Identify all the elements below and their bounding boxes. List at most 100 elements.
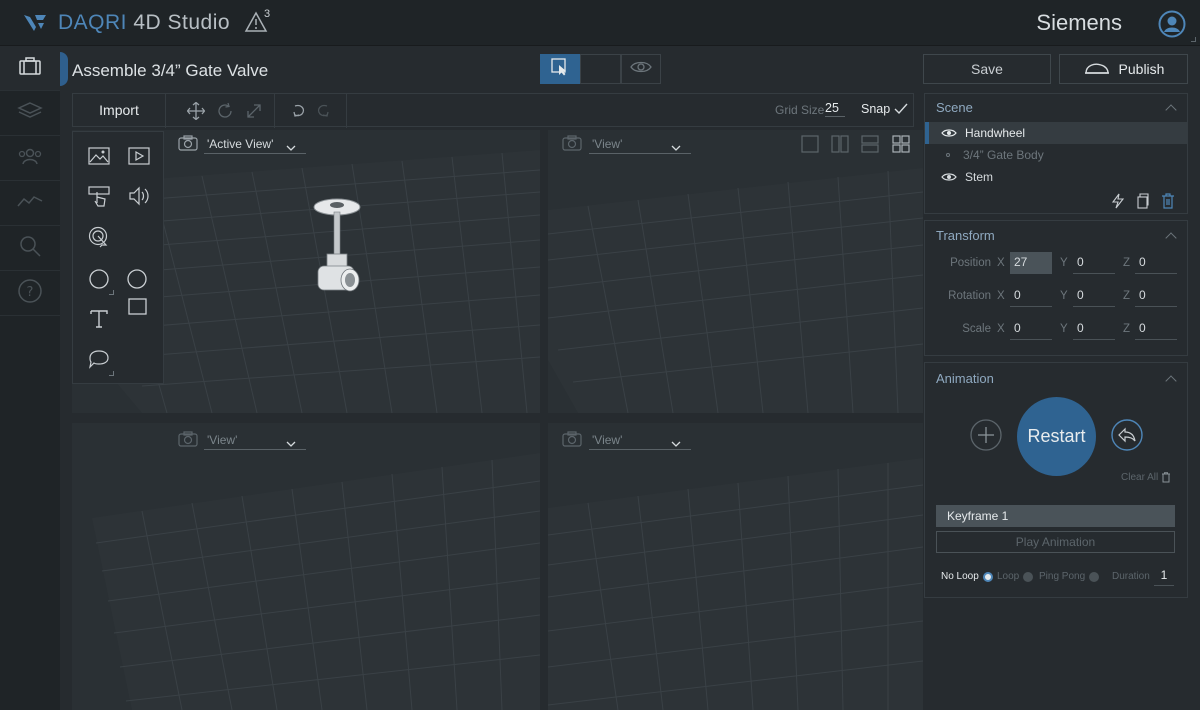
chevron-down-icon: [671, 435, 681, 453]
eye-icon: [630, 60, 652, 79]
ellipse-shape-icon[interactable]: [126, 268, 148, 295]
scene-item-label: Stem: [965, 170, 994, 184]
app-brand: DAQRI 4D Studio: [58, 11, 230, 35]
position-x-input[interactable]: 27: [1010, 252, 1052, 274]
position-y-input[interactable]: 0: [1073, 252, 1115, 274]
sidebar-item-layers[interactable]: [0, 91, 60, 136]
camera-select[interactable]: 'View': [589, 136, 691, 154]
video-icon[interactable]: [128, 147, 150, 170]
target-touch-icon[interactable]: [88, 226, 110, 253]
image-icon[interactable]: [88, 147, 110, 170]
camera-icon[interactable]: [562, 135, 582, 156]
ping-pong-option[interactable]: Ping Pong: [1039, 571, 1100, 582]
user-avatar-icon[interactable]: [1158, 10, 1186, 43]
mode-button-blank[interactable]: [580, 54, 621, 84]
radio-unselected-icon: [1023, 571, 1034, 582]
viewport-bottom-left[interactable]: 'View': [72, 423, 540, 710]
snap-check-icon[interactable]: [893, 102, 909, 121]
rectangle-shape-icon[interactable]: [128, 298, 148, 321]
toolbar: Import Grid Size 25 Snap: [72, 93, 914, 128]
scene-title: Scene: [936, 100, 973, 115]
audio-icon[interactable]: [128, 185, 150, 212]
button-hotspot-icon[interactable]: [88, 185, 110, 212]
scene-item-label: 3/4” Gate Body: [963, 148, 1044, 162]
trash-icon[interactable]: [1161, 193, 1175, 214]
eye-icon[interactable]: [941, 172, 957, 182]
clear-all-label: Clear All: [1121, 472, 1159, 483]
chevron-down-icon: [671, 139, 681, 157]
sidebar: ?: [0, 46, 60, 710]
camera-select-value: 'View': [592, 137, 623, 151]
scale-x-input[interactable]: 0: [1010, 318, 1052, 340]
eye-icon[interactable]: [941, 128, 957, 138]
camera-icon[interactable]: [178, 431, 198, 452]
play-animation-button[interactable]: Play Animation: [936, 531, 1175, 553]
scene-item-gate-body[interactable]: 3/4” Gate Body: [925, 144, 1187, 166]
collapse-chevron-icon[interactable]: [1165, 375, 1177, 387]
document-accent: [60, 52, 68, 86]
import-button[interactable]: Import: [73, 94, 165, 126]
collapse-chevron-icon[interactable]: [1165, 104, 1177, 116]
circle-shape-icon[interactable]: [88, 268, 110, 295]
layout-single-icon[interactable]: [801, 135, 819, 158]
layout-split-horizontal-icon[interactable]: [861, 135, 879, 158]
lightning-icon[interactable]: [1111, 193, 1125, 214]
restart-button[interactable]: Restart: [1017, 397, 1096, 476]
sidebar-item-users[interactable]: [0, 136, 60, 181]
rotation-z-input[interactable]: 0: [1135, 285, 1177, 307]
scale-icon[interactable]: [245, 102, 263, 125]
duration-input[interactable]: 1: [1154, 568, 1174, 586]
rotation-y-input[interactable]: 0: [1073, 285, 1115, 307]
camera-icon[interactable]: [562, 431, 582, 452]
speech-bubble-icon[interactable]: [88, 349, 110, 374]
add-keyframe-icon[interactable]: [970, 419, 1002, 456]
sidebar-item-analytics[interactable]: [0, 181, 60, 226]
scene-panel: Scene Handwheel 3/4” Gate Body Stem: [924, 93, 1188, 214]
viewport-top-right[interactable]: 'View': [548, 130, 923, 413]
sidebar-item-search[interactable]: [0, 226, 60, 271]
select-mode-button[interactable]: [540, 54, 580, 84]
scene-item-stem[interactable]: Stem: [925, 166, 1187, 188]
loop-option-label: Loop: [997, 571, 1020, 582]
axis-z-label: Z: [1123, 257, 1131, 269]
rotate-icon[interactable]: [216, 102, 234, 125]
collapse-chevron-icon[interactable]: [1165, 232, 1177, 244]
preview-mode-button[interactable]: [621, 54, 661, 84]
gate-valve-model[interactable]: [310, 194, 370, 307]
keyframe-item[interactable]: Keyframe 1: [936, 505, 1175, 527]
rotation-x-input[interactable]: 0: [1010, 285, 1052, 307]
copy-icon[interactable]: [1136, 193, 1150, 214]
scale-y-input[interactable]: 0: [1073, 318, 1115, 340]
clear-all-button[interactable]: Clear All: [1121, 472, 1171, 483]
camera-select-value: 'View': [207, 433, 238, 447]
grid-size-input[interactable]: 25: [825, 101, 845, 117]
redo-icon[interactable]: [315, 102, 333, 125]
scene-item-handwheel[interactable]: Handwheel: [925, 122, 1187, 144]
position-z-input[interactable]: 0: [1135, 252, 1177, 274]
layout-quad-icon[interactable]: [892, 135, 910, 158]
camera-select[interactable]: 'View': [204, 432, 306, 450]
toolbar-divider: [165, 94, 166, 128]
text-tool-icon[interactable]: [88, 308, 110, 335]
no-loop-option[interactable]: No Loop: [941, 571, 993, 582]
undo-icon[interactable]: [289, 102, 307, 125]
publish-button[interactable]: Publish: [1059, 54, 1188, 84]
hidden-dot-icon[interactable]: [946, 153, 950, 157]
analytics-icon: [16, 193, 44, 214]
trash-icon: [1161, 472, 1171, 483]
publish-icon: [1083, 61, 1111, 77]
move-icon[interactable]: [186, 101, 206, 125]
camera-select[interactable]: 'View': [589, 432, 691, 450]
scale-z-input[interactable]: 0: [1135, 318, 1177, 340]
save-button[interactable]: Save: [923, 54, 1051, 84]
camera-icon[interactable]: [178, 135, 198, 156]
camera-select[interactable]: 'Active View': [204, 136, 306, 154]
radio-selected-icon: [982, 571, 993, 582]
loop-option[interactable]: Loop: [997, 571, 1034, 582]
sidebar-item-projects[interactable]: [0, 46, 60, 91]
layout-split-vertical-icon[interactable]: [831, 135, 849, 158]
reply-back-icon[interactable]: [1111, 419, 1143, 456]
user-name[interactable]: Siemens: [1036, 10, 1122, 36]
sidebar-item-help[interactable]: ?: [0, 271, 60, 316]
viewport-bottom-right[interactable]: 'View': [548, 423, 923, 710]
